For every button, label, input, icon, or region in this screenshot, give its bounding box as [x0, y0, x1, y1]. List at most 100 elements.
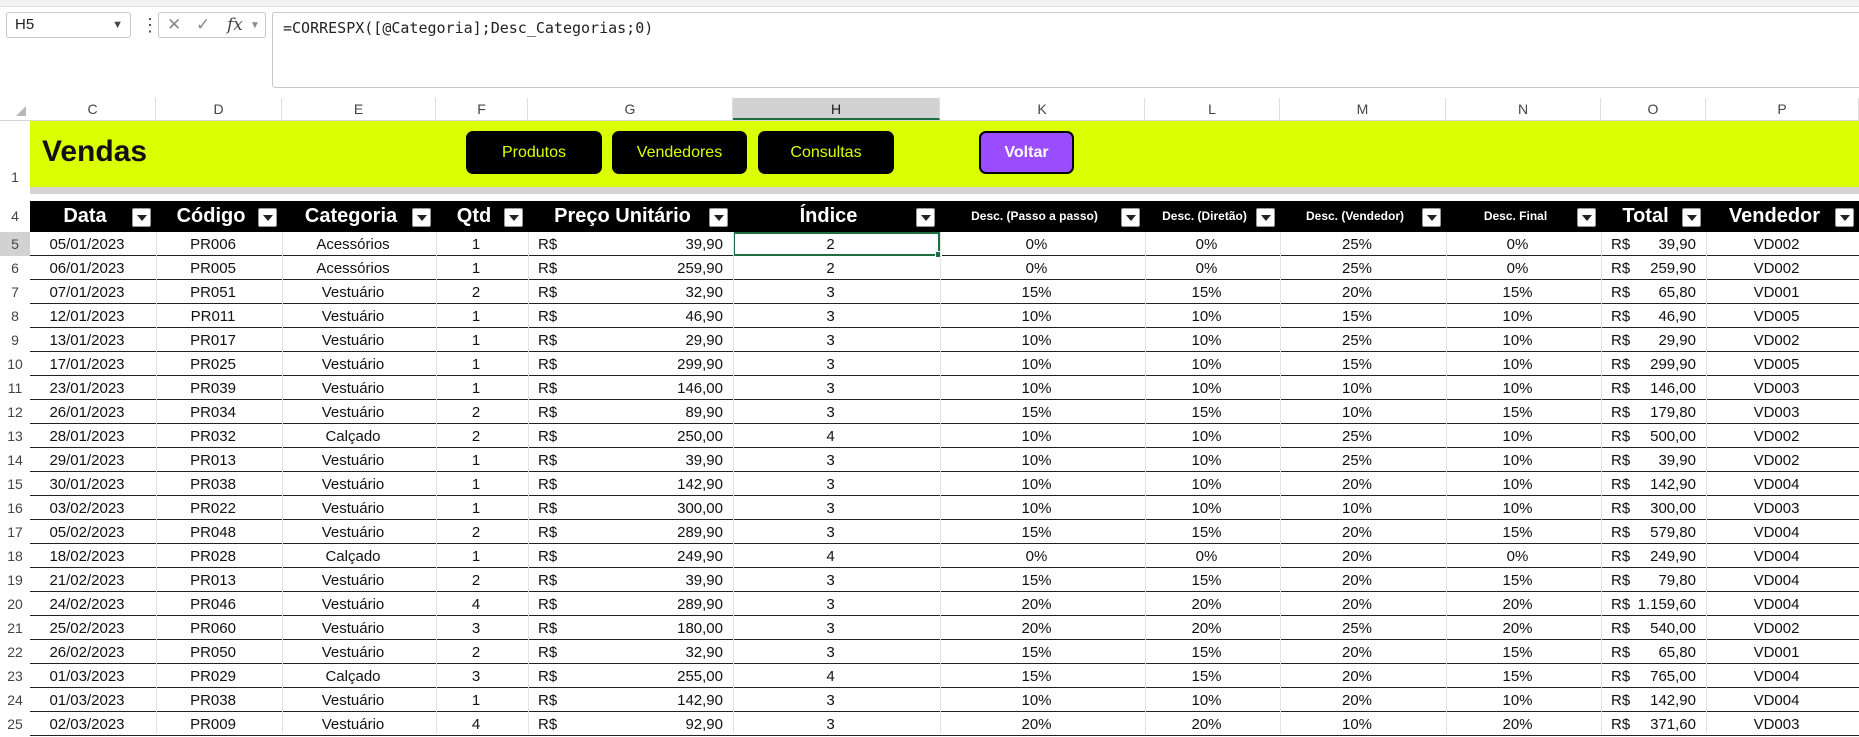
unit-price-cell[interactable]: 289,90 [528, 592, 723, 616]
table-cell[interactable]: 3 [727, 568, 934, 592]
table-cell[interactable]: Vestuário [276, 640, 430, 664]
table-cell[interactable]: VD004 [1700, 568, 1853, 592]
row-header-4[interactable]: 4 [0, 201, 30, 232]
table-cell[interactable]: 1 [430, 304, 522, 328]
table-cell[interactable]: 10% [934, 424, 1139, 448]
header-6[interactable]: Desc. (Passo a passo) [932, 201, 1137, 232]
table-cell[interactable]: 15% [1139, 664, 1274, 688]
table-cell[interactable]: 10% [1139, 352, 1274, 376]
filter-dropdown-icon[interactable] [1835, 208, 1854, 227]
unit-price-cell[interactable]: 39,90 [528, 232, 723, 256]
table-cell[interactable]: 10% [1440, 376, 1595, 400]
table-cell[interactable]: 20% [1274, 544, 1440, 568]
unit-price-cell[interactable]: 259,90 [528, 256, 723, 280]
table-cell[interactable]: 15% [1139, 520, 1274, 544]
row-header-10[interactable]: 10 [0, 352, 30, 376]
table-cell[interactable]: 0% [1139, 544, 1274, 568]
table-cell[interactable]: 15% [1440, 280, 1595, 304]
table-cell[interactable]: 3 [727, 472, 934, 496]
table-cell[interactable]: 3 [727, 448, 934, 472]
table-cell[interactable]: VD004 [1700, 544, 1853, 568]
column-header-h[interactable]: H [733, 98, 940, 120]
table-cell[interactable]: PR051 [150, 280, 276, 304]
row-header-21[interactable]: 21 [0, 616, 30, 640]
table-cell[interactable]: 1 [430, 544, 522, 568]
row-header-15[interactable]: 15 [0, 472, 30, 496]
column-header-k[interactable]: K [940, 98, 1145, 120]
total-cell[interactable]: 300,00 [1601, 496, 1696, 520]
table-cell[interactable]: 15% [1274, 352, 1440, 376]
table-cell[interactable]: 10% [934, 352, 1139, 376]
unit-price-cell[interactable]: 32,90 [528, 640, 723, 664]
table-cell[interactable]: 12/01/2023 [24, 304, 150, 328]
table-cell[interactable]: 3 [430, 664, 522, 688]
table-cell[interactable]: 20% [1274, 640, 1440, 664]
unit-price-cell[interactable]: 180,00 [528, 616, 723, 640]
table-cell[interactable]: VD005 [1700, 304, 1853, 328]
insert-function-icon[interactable]: fx [227, 15, 243, 35]
table-cell[interactable]: 2 [430, 520, 522, 544]
total-cell[interactable]: 65,80 [1601, 280, 1696, 304]
table-cell[interactable]: 4 [727, 544, 934, 568]
table-cell[interactable]: 10% [934, 328, 1139, 352]
table-cell[interactable]: 0% [1440, 256, 1595, 280]
table-cell[interactable]: Vestuário [276, 496, 430, 520]
table-cell[interactable]: 20% [1274, 472, 1440, 496]
table-cell[interactable]: 0% [934, 256, 1139, 280]
table-cell[interactable]: 06/01/2023 [24, 256, 150, 280]
total-cell[interactable]: 46,90 [1601, 304, 1696, 328]
table-cell[interactable]: Vestuário [276, 448, 430, 472]
table-cell[interactable]: 15% [1440, 640, 1595, 664]
table-cell[interactable]: VD002 [1700, 616, 1853, 640]
total-cell[interactable]: 259,90 [1601, 256, 1696, 280]
table-cell[interactable]: 15% [1139, 640, 1274, 664]
table-cell[interactable]: PR046 [150, 592, 276, 616]
table-cell[interactable]: VD004 [1700, 520, 1853, 544]
table-cell[interactable]: 10% [1139, 328, 1274, 352]
table-cell[interactable]: 23/01/2023 [24, 376, 150, 400]
unit-price-cell[interactable]: 92,90 [528, 712, 723, 736]
header-4[interactable]: Preço Unitário [520, 201, 725, 232]
row-header-5[interactable]: 5 [0, 232, 30, 256]
table-cell[interactable]: VD002 [1700, 232, 1853, 256]
table-cell[interactable]: 3 [727, 304, 934, 328]
table-cell[interactable]: PR038 [150, 688, 276, 712]
table-cell[interactable]: 1 [430, 328, 522, 352]
table-cell[interactable]: 1 [430, 448, 522, 472]
row-header-18[interactable]: 18 [0, 544, 30, 568]
table-cell[interactable]: Vestuário [276, 304, 430, 328]
row-header-13[interactable]: 13 [0, 424, 30, 448]
table-cell[interactable]: 1 [430, 472, 522, 496]
table-cell[interactable]: 20% [1274, 568, 1440, 592]
table-cell[interactable]: 3 [727, 592, 934, 616]
voltar-button[interactable]: Voltar [979, 131, 1074, 174]
table-cell[interactable]: VD001 [1700, 640, 1853, 664]
table-cell[interactable]: Vestuário [276, 712, 430, 736]
unit-price-cell[interactable]: 29,90 [528, 328, 723, 352]
table-cell[interactable]: 10% [1440, 448, 1595, 472]
total-cell[interactable]: 39,90 [1601, 232, 1696, 256]
produtos-button[interactable]: Produtos [466, 131, 602, 174]
row-header-25[interactable]: 25 [0, 712, 30, 736]
table-cell[interactable]: Vestuário [276, 520, 430, 544]
column-header-p[interactable]: P [1706, 98, 1859, 120]
table-cell[interactable]: 3 [727, 712, 934, 736]
table-cell[interactable]: VD003 [1700, 712, 1853, 736]
table-cell[interactable]: 0% [934, 544, 1139, 568]
table-cell[interactable]: 3 [727, 328, 934, 352]
table-cell[interactable]: 10% [934, 376, 1139, 400]
table-cell[interactable]: VD004 [1700, 592, 1853, 616]
table-cell[interactable]: 10% [934, 496, 1139, 520]
table-cell[interactable]: 15% [934, 640, 1139, 664]
table-cell[interactable]: 10% [1440, 328, 1595, 352]
table-cell[interactable]: 3 [430, 616, 522, 640]
table-cell[interactable]: 4 [430, 592, 522, 616]
table-cell[interactable]: 3 [727, 352, 934, 376]
table-cell[interactable]: 10% [1139, 304, 1274, 328]
table-cell[interactable]: 20% [1139, 712, 1274, 736]
table-cell[interactable]: 15% [934, 520, 1139, 544]
table-cell[interactable]: PR060 [150, 616, 276, 640]
table-cell[interactable]: 1 [430, 688, 522, 712]
table-cell[interactable]: PR022 [150, 496, 276, 520]
table-cell[interactable]: 25% [1274, 448, 1440, 472]
